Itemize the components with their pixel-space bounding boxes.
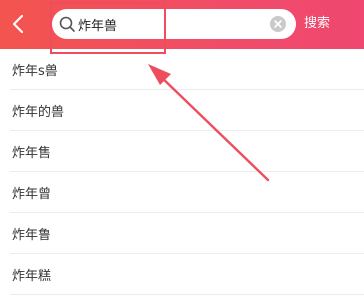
divider [10,294,364,295]
list-item[interactable]: 炸年售 [0,131,364,172]
chevron-left-icon [12,14,24,34]
search-button[interactable]: 搜索 [304,13,360,35]
list-item[interactable]: 炸年曾 [0,172,364,213]
close-icon [274,20,282,28]
back-button[interactable] [6,10,32,38]
suggestion-list: 炸年s兽 炸年的兽 炸年售 炸年曾 炸年鲁 炸年糕 [0,49,364,295]
annotation-highlight-box [50,2,166,54]
suggestion-label: 炸年鲁 [12,228,52,243]
search-page: 搜索 炸年s兽 炸年的兽 炸年售 炸年曾 炸年鲁 炸年糕 [0,0,364,300]
suggestion-label: 炸年糕 [12,269,52,284]
list-item[interactable]: 炸年s兽 [0,49,364,90]
suggestion-label: 炸年曾 [12,187,52,202]
list-item[interactable]: 炸年糕 [0,254,364,295]
clear-icon[interactable] [270,16,286,32]
suggestion-label: 炸年s兽 [12,64,58,79]
list-item[interactable]: 炸年的兽 [0,90,364,131]
suggestion-label: 炸年售 [12,146,52,161]
suggestion-label: 炸年的兽 [12,105,65,120]
list-item[interactable]: 炸年鲁 [0,213,364,254]
